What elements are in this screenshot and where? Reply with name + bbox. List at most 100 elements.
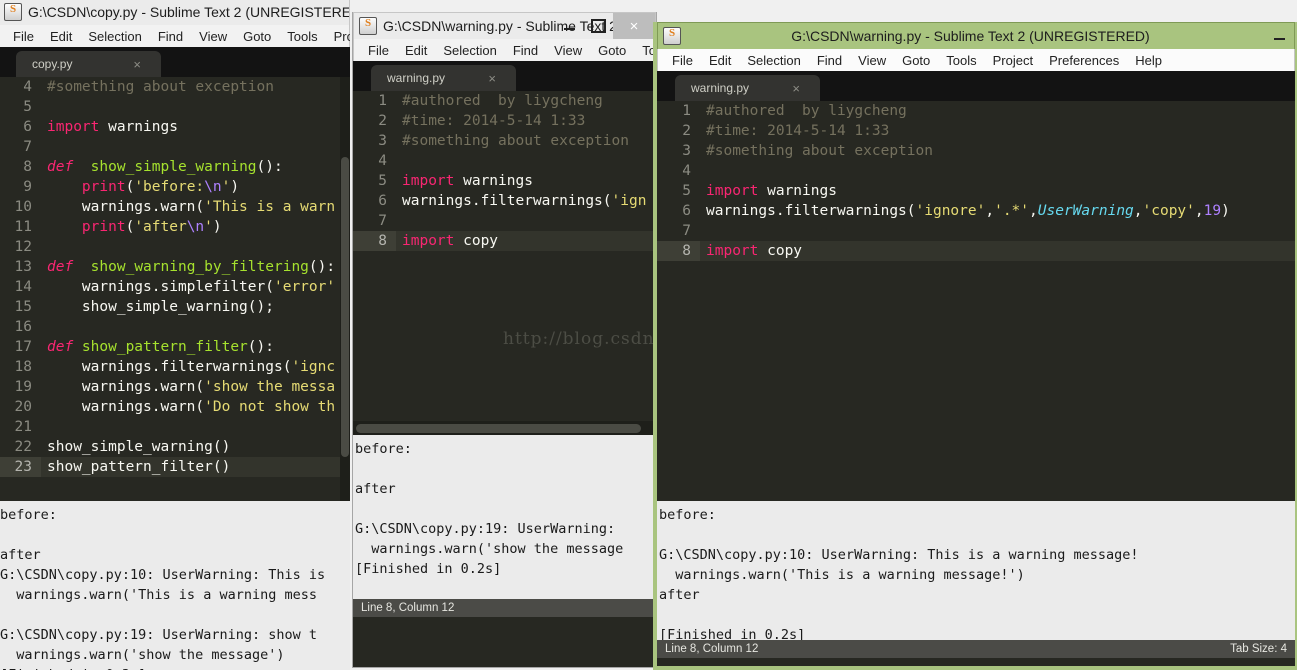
console-line: warnings.warn('show the message') xyxy=(0,647,285,663)
line-number: 3 xyxy=(378,133,387,149)
code-line: 12 xyxy=(0,237,350,257)
code-text: show_pattern_filter() xyxy=(47,459,231,475)
menu-item-edit[interactable]: Edit xyxy=(397,41,435,60)
menu-item-goto[interactable]: Goto xyxy=(590,41,634,60)
minimize-icon[interactable] xyxy=(1265,23,1294,49)
menu-item-preferences[interactable]: Preferences xyxy=(1041,51,1127,70)
code-line: 16 xyxy=(0,317,350,337)
code-text: import copy xyxy=(402,233,499,249)
line-number: 21 xyxy=(14,419,32,435)
code-line: 4 xyxy=(353,151,656,171)
menu-item-file[interactable]: File xyxy=(360,41,397,60)
window-controls-right[interactable] xyxy=(1265,23,1294,49)
line-number: 23 xyxy=(0,457,41,477)
titlebar-right[interactable]: G:\CSDN\warning.py - Sublime Text 2 (UNR… xyxy=(657,22,1295,49)
console-line: [Finished in 0.2s] xyxy=(355,561,502,577)
code-text: warnings.filterwarnings('ignore','.*',Us… xyxy=(706,203,1230,219)
code-text: import copy xyxy=(706,243,803,259)
editor-middle[interactable]: 1 #authored by liygcheng 2 #time: 2014-5-14… xyxy=(353,91,656,421)
cursor-position: Line 8, Column 12 xyxy=(361,602,455,614)
line-number: 4 xyxy=(23,79,32,95)
menu-item-edit[interactable]: Edit xyxy=(701,51,739,70)
code-text: def show_simple_warning(): xyxy=(47,159,283,175)
close-icon[interactable]: × xyxy=(792,81,800,96)
window-warning-py-active[interactable]: G:\CSDN\warning.py - Sublime Text 2 (UNR… xyxy=(653,22,1297,670)
editor-right[interactable]: 1 #authored by liygcheng 2 #time: 2014-5-14… xyxy=(657,101,1295,501)
code-line: 20 warnings.warn('Do not show th xyxy=(0,397,350,417)
menu-item-selection[interactable]: Selection xyxy=(80,27,149,46)
window-title-right: G:\CSDN\warning.py - Sublime Text 2 (UNR… xyxy=(791,28,1150,44)
tab-label: copy.py xyxy=(32,57,73,71)
code-text: import warnings xyxy=(402,173,533,189)
menu-item-view[interactable]: View xyxy=(546,41,590,60)
code-text: warnings.warn('Do not show th xyxy=(47,399,336,415)
code-line: 23 show_pattern_filter() xyxy=(0,457,350,477)
vertical-scrollbar-left[interactable] xyxy=(340,77,350,501)
tab-warning-py[interactable]: warning.py × xyxy=(371,65,516,91)
line-number: 8 xyxy=(23,159,32,175)
menu-item-selection[interactable]: Selection xyxy=(739,51,808,70)
window-title-left: G:\CSDN\copy.py - Sublime Text 2 (UNREGI… xyxy=(28,4,349,20)
code-line: 2 #time: 2014-5-14 1:33 xyxy=(353,111,656,131)
editor-left[interactable]: 4 #something about exception 5 6 import warn… xyxy=(0,77,350,501)
tab-copy-py[interactable]: copy.py × xyxy=(16,51,161,77)
line-number: 18 xyxy=(14,359,32,375)
menu-item-view[interactable]: View xyxy=(191,27,235,46)
menu-item-project[interactable]: Project xyxy=(326,27,350,46)
close-icon[interactable]: × xyxy=(133,57,141,72)
window-controls-middle[interactable]: × xyxy=(555,13,655,39)
menu-item-project[interactable]: Project xyxy=(985,51,1041,70)
close-icon[interactable]: × xyxy=(613,13,655,39)
code-line: 3 #something about exception xyxy=(657,141,1295,161)
menubar-middle[interactable]: File Edit Selection Find View Goto Tools xyxy=(353,39,656,61)
close-icon[interactable]: × xyxy=(488,71,496,86)
minimize-icon[interactable] xyxy=(555,13,584,39)
horizontal-scrollbar-middle[interactable] xyxy=(353,421,656,435)
menu-item-tools[interactable]: Tools xyxy=(938,51,984,70)
console-line: warnings.warn('This is a warning message… xyxy=(659,567,1025,583)
menu-item-goto[interactable]: Goto xyxy=(235,27,279,46)
line-number: 19 xyxy=(14,379,32,395)
menu-item-find[interactable]: Find xyxy=(150,27,191,46)
code-line: 8 import copy xyxy=(657,241,1295,261)
line-number: 6 xyxy=(23,119,32,135)
menu-item-goto[interactable]: Goto xyxy=(894,51,938,70)
maximize-icon[interactable] xyxy=(584,13,613,39)
line-number: 5 xyxy=(378,173,387,189)
tabstrip-middle: warning.py × xyxy=(353,61,656,91)
code-text: def show_warning_by_filtering(): xyxy=(47,259,336,275)
menu-item-help[interactable]: Help xyxy=(1127,51,1170,70)
menu-item-find[interactable]: Find xyxy=(809,51,850,70)
code-text: #time: 2014-5-14 1:33 xyxy=(402,113,586,129)
code-text: #authored by liygcheng xyxy=(706,103,907,119)
console-right: before: G:\CSDN\copy.py:10: UserWarning: … xyxy=(657,501,1295,640)
code-line: 18 warnings.filterwarnings('ignc xyxy=(0,357,350,377)
line-number: 2 xyxy=(682,123,691,139)
code-line: 13 def show_warning_by_filtering(): xyxy=(0,257,350,277)
tab-warning-py[interactable]: warning.py × xyxy=(675,75,820,101)
menu-item-edit[interactable]: Edit xyxy=(42,27,80,46)
menubar-right[interactable]: File Edit Selection Find View Goto Tools… xyxy=(657,49,1295,71)
tab-size: Tab Size: 4 xyxy=(1230,643,1287,655)
menu-item-tools[interactable]: Tools xyxy=(279,27,325,46)
window-copy-py[interactable]: G:\CSDN\copy.py - Sublime Text 2 (UNREGI… xyxy=(0,0,350,670)
menubar-left[interactable]: File Edit Selection Find View Goto Tools… xyxy=(0,25,350,47)
titlebar-left[interactable]: G:\CSDN\copy.py - Sublime Text 2 (UNREGI… xyxy=(0,0,350,25)
code-text: warnings.filterwarnings('ignc xyxy=(47,359,336,375)
console-line: warnings.warn('show the message xyxy=(355,541,624,557)
menu-item-file[interactable]: File xyxy=(664,51,701,70)
code-line: 9 print('before:\n') xyxy=(0,177,350,197)
code-line: 3 #something about exception xyxy=(353,131,656,151)
menu-item-selection[interactable]: Selection xyxy=(435,41,504,60)
code-line: 10 warnings.warn('This is a warn xyxy=(0,197,350,217)
menu-item-file[interactable]: File xyxy=(5,27,42,46)
titlebar-middle[interactable]: G:\CSDN\warning.py - Sublime Text 2 (UNR… xyxy=(353,12,656,39)
menu-item-view[interactable]: View xyxy=(850,51,894,70)
sublime-icon xyxy=(4,3,22,21)
window-warning-py-back[interactable]: G:\CSDN\warning.py - Sublime Text 2 (UNR… xyxy=(352,12,657,668)
menu-item-find[interactable]: Find xyxy=(505,41,546,60)
console-line: G:\CSDN\copy.py:19: UserWarning: xyxy=(355,521,616,537)
